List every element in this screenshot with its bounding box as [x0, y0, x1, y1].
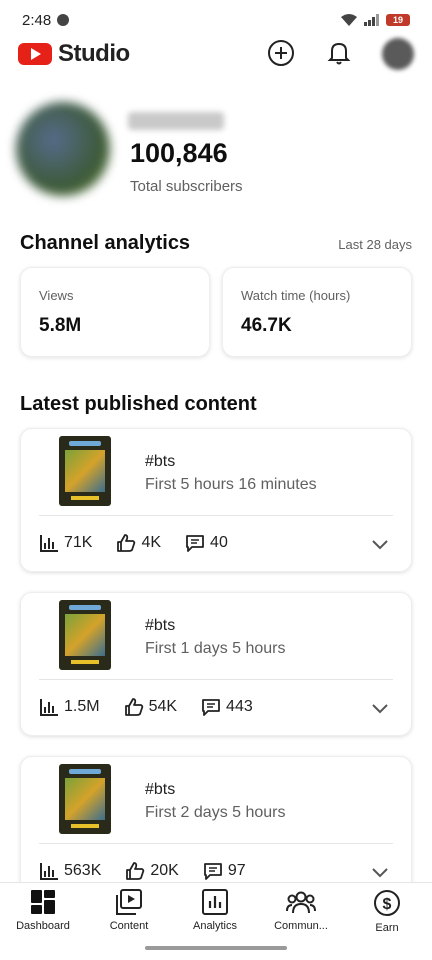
content-icon [116, 889, 142, 915]
stat-value: 5.8M [39, 315, 82, 336]
youtube-logo-icon [18, 43, 52, 65]
likes-count: 54K [148, 698, 178, 715]
comments-metric: 443 [201, 698, 253, 716]
nav-content[interactable]: Content [86, 889, 172, 932]
channel-summary: 100,846 Total subscribers [0, 98, 432, 208]
thumbs-up-icon [126, 862, 145, 880]
comments-count: 97 [227, 862, 246, 879]
nav-label: Analytics [192, 920, 238, 932]
home-indicator[interactable] [145, 946, 287, 950]
likes-metric: 54K [124, 698, 177, 716]
chevron-down-icon [372, 868, 388, 878]
analytics-icon [202, 889, 228, 915]
views-card[interactable]: Views 5.8M [20, 267, 210, 357]
wifi-icon [341, 14, 357, 26]
stat-label: Watch time (hours) [241, 288, 351, 303]
account-avatar[interactable] [382, 38, 414, 70]
subscriber-label: Total subscribers [130, 178, 243, 195]
comment-icon [186, 535, 204, 552]
nav-dashboard[interactable]: Dashboard [0, 889, 86, 932]
video-thumbnail[interactable] [59, 764, 111, 834]
divider [39, 843, 393, 844]
bar-chart-icon [40, 863, 58, 880]
comments-metric: 40 [185, 534, 228, 552]
notification-icon [57, 14, 70, 26]
video-card[interactable]: #bts First 2 days 5 hours 563K 20K 97 [20, 756, 412, 900]
expand-button[interactable] [371, 701, 389, 719]
analytics-title: Channel analytics [20, 232, 191, 254]
analytics-header: Channel analytics Last 28 days [20, 232, 412, 255]
subscriber-count: 100,846 [130, 138, 228, 168]
comments-count: 40 [210, 534, 228, 551]
svg-text:$: $ [383, 896, 392, 913]
video-title: #bts [145, 617, 176, 634]
likes-count: 20K [150, 862, 179, 879]
views-metric: 1.5M [39, 698, 100, 716]
bell-icon [327, 42, 351, 65]
nav-label: Dashboard [16, 920, 70, 932]
video-period: First 2 days 5 hours [145, 804, 286, 821]
analytics-range: Last 28 days [338, 237, 412, 252]
chevron-down-icon [372, 540, 388, 550]
logo-text: Studio [58, 40, 130, 67]
earn-icon: $ [374, 890, 400, 916]
video-card[interactable]: #bts First 1 days 5 hours 1.5M 54K 443 [20, 592, 412, 736]
nav-analytics[interactable]: Analytics [172, 889, 258, 932]
thumbs-up-icon [124, 698, 143, 716]
video-period: First 5 hours 16 minutes [145, 476, 317, 493]
video-period: First 1 days 5 hours [145, 640, 286, 657]
channel-name-redacted [128, 112, 224, 130]
nav-earn[interactable]: $ Earn [344, 889, 430, 934]
stat-value: 46.7K [241, 315, 292, 336]
video-card[interactable]: #bts First 5 hours 16 minutes 71K 4K 40 [20, 428, 412, 572]
status-icons: 19 [340, 13, 410, 27]
expand-button[interactable] [371, 865, 389, 883]
nav-community[interactable]: Commun... [258, 889, 344, 932]
views-count: 1.5M [64, 698, 100, 715]
likes-metric: 20K [125, 862, 179, 880]
video-metrics: 563K 20K 97 [39, 862, 270, 880]
community-icon [286, 891, 316, 914]
nav-label: Content [109, 920, 149, 932]
comment-icon [202, 699, 220, 716]
studio-logo[interactable]: Studio [18, 40, 130, 68]
video-title: #bts [145, 453, 176, 470]
bar-chart-icon [40, 699, 58, 716]
create-button[interactable] [266, 38, 296, 68]
notifications-button[interactable] [324, 38, 354, 68]
expand-button[interactable] [371, 537, 389, 555]
plus-circle-icon [268, 40, 294, 66]
views-count: 71K [64, 534, 93, 551]
status-time: 2:48 [22, 11, 52, 29]
watch-time-card[interactable]: Watch time (hours) 46.7K [222, 267, 412, 357]
video-title: #bts [145, 781, 176, 798]
video-metrics: 71K 4K 40 [39, 534, 252, 552]
comments-metric: 97 [203, 862, 246, 880]
likes-count: 4K [141, 534, 162, 551]
video-thumbnail[interactable] [59, 436, 111, 506]
video-thumbnail[interactable] [59, 600, 111, 670]
thumbs-up-icon [117, 534, 136, 552]
app-header: Studio [0, 36, 432, 72]
latest-content-title: Latest published content [20, 393, 257, 415]
likes-metric: 4K [116, 534, 161, 552]
bar-chart-icon [40, 535, 58, 552]
nav-label: Commun... [274, 920, 328, 932]
views-count: 563K [64, 862, 102, 879]
chevron-down-icon [372, 704, 388, 714]
stat-label: Views [39, 288, 74, 303]
divider [39, 515, 393, 516]
channel-avatar[interactable] [16, 102, 110, 196]
battery-icon: 19 [386, 14, 410, 26]
dashboard-icon [31, 890, 55, 914]
nav-label: Earn [375, 922, 399, 934]
status-bar: 2:48 19 [0, 0, 432, 40]
views-metric: 563K [39, 862, 101, 880]
divider [39, 679, 393, 680]
comments-count: 443 [226, 698, 253, 715]
signal-icon [364, 14, 379, 26]
comment-icon [203, 863, 222, 880]
views-metric: 71K [39, 534, 92, 552]
video-metrics: 1.5M 54K 443 [39, 698, 277, 716]
